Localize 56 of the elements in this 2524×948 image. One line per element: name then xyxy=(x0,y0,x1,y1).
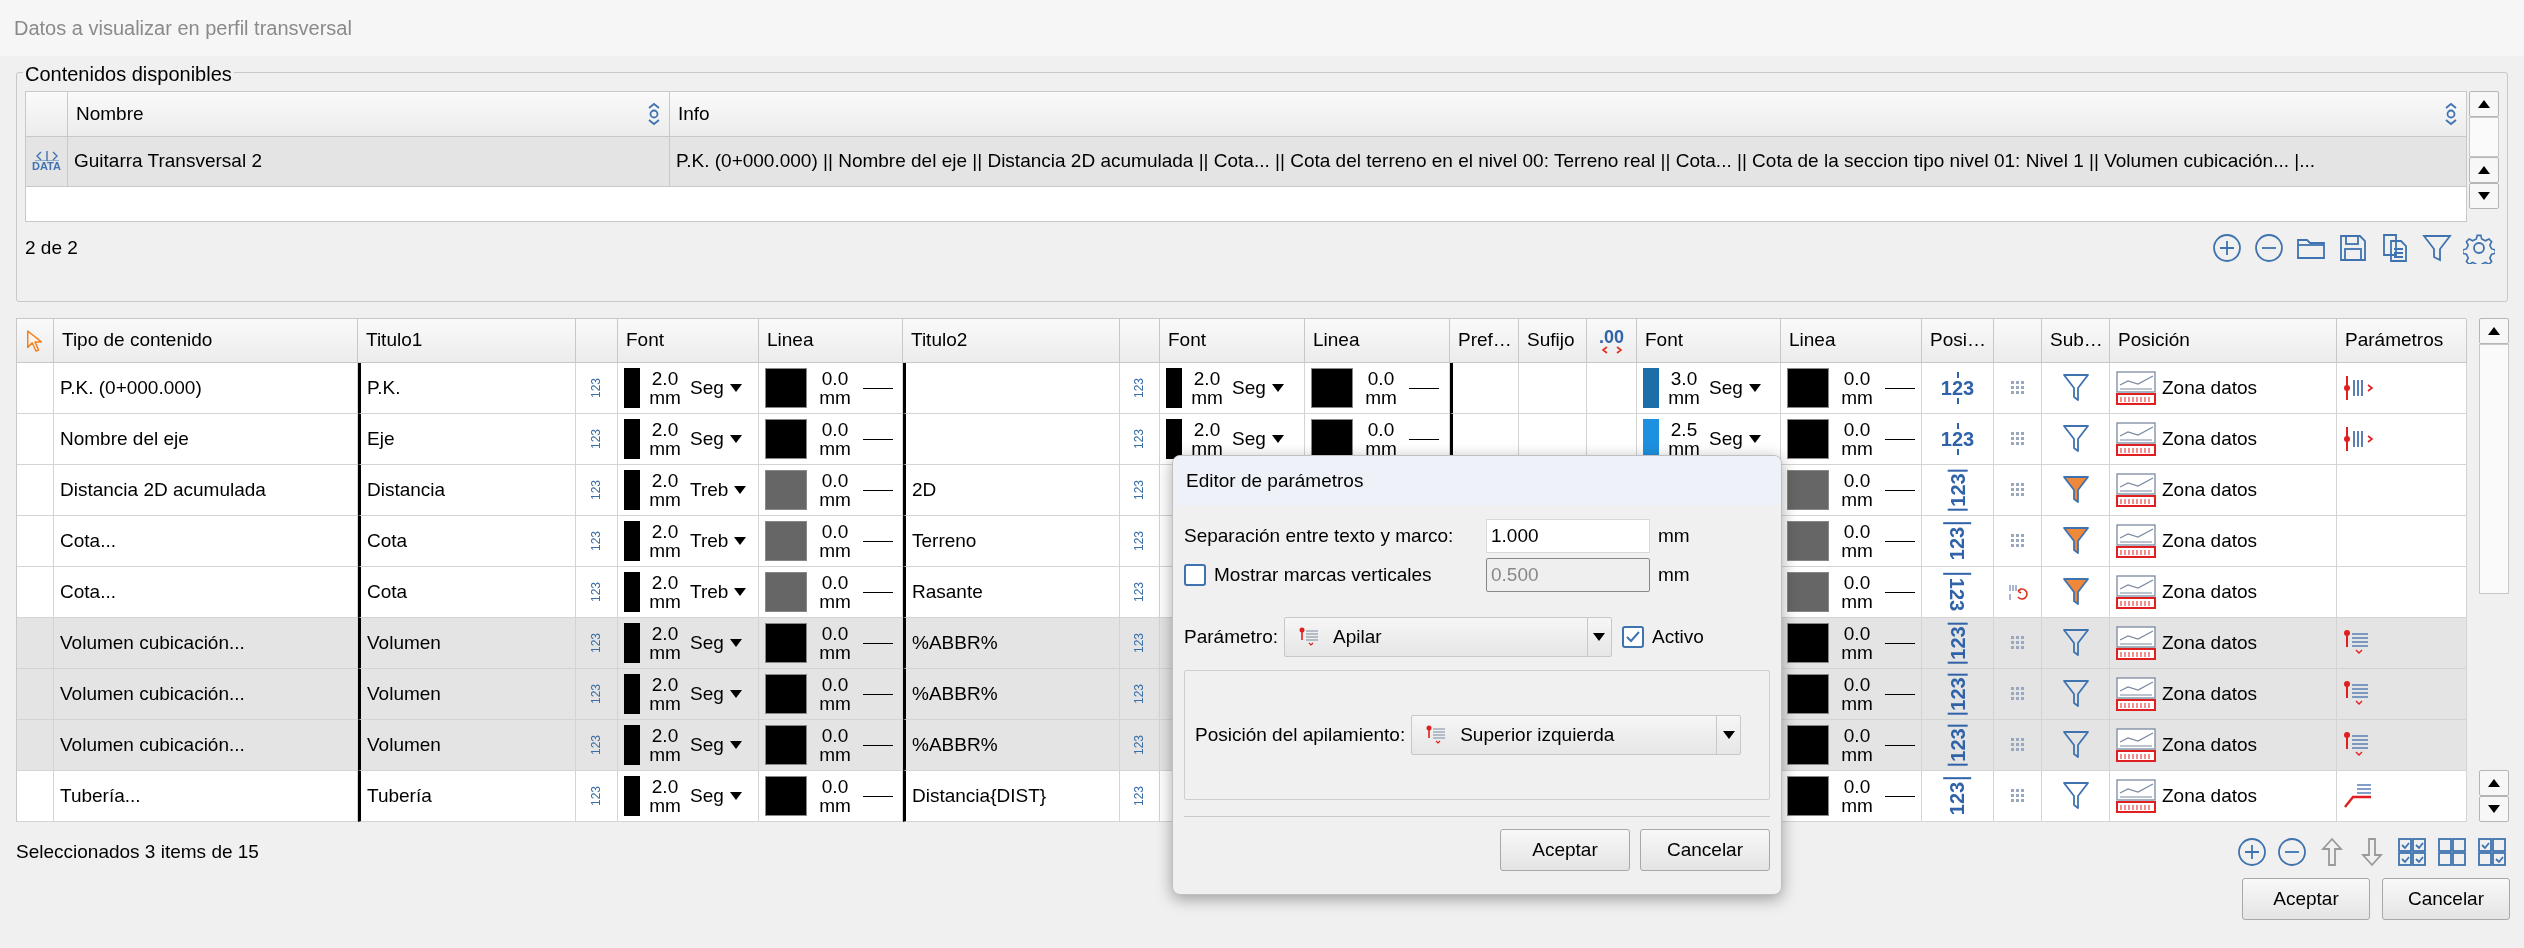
table-cell: Tubería xyxy=(358,771,576,822)
item-count: 2 de 2 xyxy=(25,235,78,260)
position-label: Zona datos xyxy=(2162,375,2258,400)
position-label: Zona datos xyxy=(2162,681,2258,706)
font-size-value: 2.0 mm xyxy=(1190,420,1224,458)
line-width-value: 0.0 mm xyxy=(1840,471,1874,509)
position-label: Zona datos xyxy=(2162,579,2258,604)
line-width-value: 0.0 mm xyxy=(818,624,852,662)
field-label: Parámetro: xyxy=(1184,624,1278,649)
font-size-value: 2.0 mm xyxy=(648,675,682,713)
font-size-value: 2.0 mm xyxy=(648,726,682,764)
line-width-value: 0.0 mm xyxy=(1840,420,1874,458)
line-width-value: 0.0 mm xyxy=(818,726,852,764)
font-size-value: 3.0 mm xyxy=(1667,369,1701,407)
line-width-value: 0.0 mm xyxy=(1840,522,1874,560)
field-label: Separación entre texto y marco: xyxy=(1184,523,1455,548)
line-width-value: 0.0 mm xyxy=(818,369,852,407)
selection-status: Seleccionados 3 items de 15 xyxy=(16,839,259,864)
data-label: DATA xyxy=(32,161,61,172)
font-size-value: 2.0 mm xyxy=(648,369,682,407)
position-label: Zona datos xyxy=(2162,630,2258,655)
font-size-value: 2.0 mm xyxy=(648,420,682,458)
line-width-value: 0.0 mm xyxy=(1840,726,1874,764)
font-size-value: 2.0 mm xyxy=(648,777,682,815)
table-cell: Distancia{DIST} xyxy=(903,771,1120,822)
position-label: Zona datos xyxy=(2162,783,2258,808)
position-label: Zona datos xyxy=(2162,528,2258,553)
font-size-value: 2.0 mm xyxy=(648,522,682,560)
font-size-value: 2.0 mm xyxy=(1190,369,1224,407)
position-label: Zona datos xyxy=(2162,732,2258,757)
line-width-value: 0.0 mm xyxy=(818,777,852,815)
position-label: Zona datos xyxy=(2162,426,2258,451)
font-size-value: 2.0 mm xyxy=(648,573,682,611)
line-width-value: 0.0 mm xyxy=(1840,573,1874,611)
line-width-value: 0.0 mm xyxy=(1364,369,1398,407)
table-cell: Tubería... xyxy=(54,771,358,822)
line-width-value: 0.0 mm xyxy=(818,420,852,458)
line-width-value: 0.0 mm xyxy=(1364,420,1398,458)
line-width-value: 0.0 mm xyxy=(818,573,852,611)
unit-label: mm xyxy=(1658,523,1690,548)
font-size-value: 2.0 mm xyxy=(648,471,682,509)
line-width-value: 0.0 mm xyxy=(818,522,852,560)
line-width-value: 0.0 mm xyxy=(818,675,852,713)
window-title: Datos a visualizar en perfil transversal xyxy=(14,16,352,41)
position-label: Zona datos xyxy=(2162,477,2258,502)
font-size-value: 2.0 mm xyxy=(648,624,682,662)
field-label: Posición del apilamiento: xyxy=(1195,722,1406,747)
content-info-cell-text: P.K. (0+000.000) || Nombre del eje || Distancia 2D acumulada || Cota... || Cota del terreno en el nivel 00: Terreno real || Cota... || Cota de la seccion tipo nivel 01: Nivel 1 || Volumen cubicación... |... xyxy=(676,149,2316,174)
line-width-value: 0.0 mm xyxy=(818,471,852,509)
content-name-cell-text: Guitarra Transversal 2 xyxy=(74,149,262,174)
font-size-value: 2.5 mm xyxy=(1667,420,1701,458)
line-width-value: 0.0 mm xyxy=(1840,777,1874,815)
line-width-value: 0.0 mm xyxy=(1840,624,1874,662)
line-width-value: 0.0 mm xyxy=(1840,675,1874,713)
line-width-value: 0.0 mm xyxy=(1840,369,1874,407)
dialog-title: Editor de parámetros xyxy=(1186,468,1364,493)
